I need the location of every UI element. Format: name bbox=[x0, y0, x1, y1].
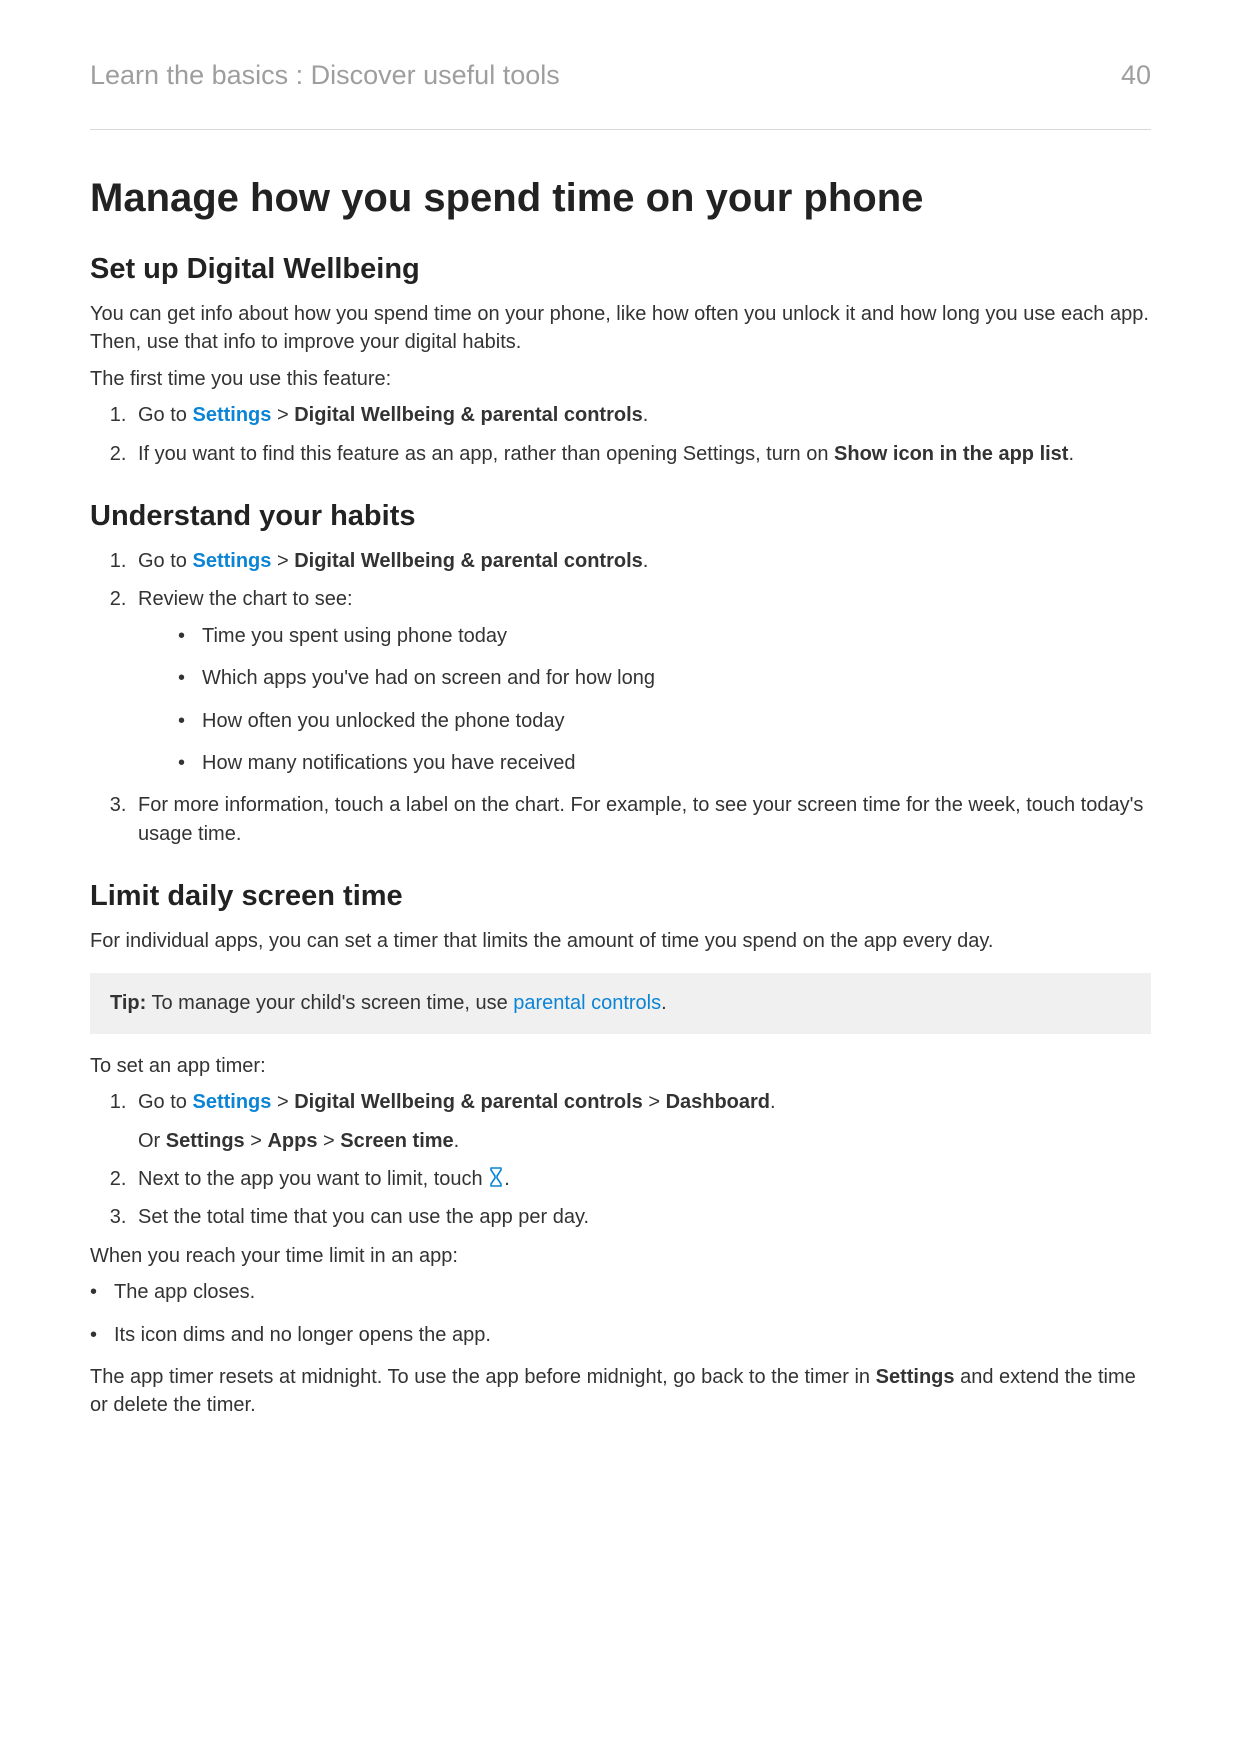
section3-para4: The app timer resets at midnight. To use… bbox=[90, 1363, 1151, 1420]
hourglass-icon bbox=[488, 1167, 504, 1187]
list-item: Set the total time that you can use the … bbox=[132, 1203, 1151, 1231]
section-heading-understand: Understand your habits bbox=[90, 500, 1151, 533]
text: Next to the app you want to limit, touch bbox=[138, 1168, 488, 1190]
option-name-bold: Show icon in the app list bbox=[834, 443, 1068, 465]
text: > bbox=[317, 1130, 340, 1152]
list-item: Go to Settings > Digital Wellbeing & par… bbox=[132, 1088, 1151, 1155]
list-item: Go to Settings > Digital Wellbeing & par… bbox=[132, 401, 1151, 429]
text: > bbox=[271, 550, 294, 572]
nav-path-bold: Digital Wellbeing & parental controls bbox=[294, 404, 643, 426]
page-number: 40 bbox=[1121, 60, 1151, 91]
settings-link[interactable]: Settings bbox=[192, 1091, 271, 1113]
page-header: Learn the basics : Discover useful tools… bbox=[90, 60, 1151, 130]
section3-para3: When you reach your time limit in an app… bbox=[90, 1242, 1151, 1270]
list-item: Next to the app you want to limit, touch… bbox=[132, 1165, 1151, 1193]
tip-label: Tip: bbox=[110, 992, 146, 1014]
nav-path-bold: Apps bbox=[267, 1130, 317, 1152]
text: . bbox=[1068, 443, 1074, 465]
section-heading-setup: Set up Digital Wellbeing bbox=[90, 253, 1151, 286]
text: > bbox=[643, 1091, 666, 1113]
text: Go to bbox=[138, 1091, 192, 1113]
text: Go to bbox=[138, 404, 192, 426]
breadcrumb: Learn the basics : Discover useful tools bbox=[90, 60, 560, 91]
text: > bbox=[271, 1091, 294, 1113]
section-heading-limit: Limit daily screen time bbox=[90, 880, 1151, 913]
text: Or bbox=[138, 1130, 166, 1152]
section3-para2: To set an app timer: bbox=[90, 1052, 1151, 1080]
text: To manage your child's screen time, use bbox=[146, 992, 513, 1014]
nav-path-bold: Settings bbox=[876, 1366, 955, 1388]
text: If you want to find this feature as an a… bbox=[138, 443, 834, 465]
list-item: Time you spent using phone today bbox=[178, 622, 1151, 650]
text: > bbox=[245, 1130, 268, 1152]
nav-path-bold: Digital Wellbeing & parental controls bbox=[294, 550, 643, 572]
settings-link[interactable]: Settings bbox=[192, 404, 271, 426]
list-item: Its icon dims and no longer opens the ap… bbox=[90, 1321, 1151, 1349]
text: Go to bbox=[138, 550, 192, 572]
list-item: Go to Settings > Digital Wellbeing & par… bbox=[132, 547, 1151, 575]
text: . bbox=[643, 550, 649, 572]
list-item: If you want to find this feature as an a… bbox=[132, 440, 1151, 468]
page-title: Manage how you spend time on your phone bbox=[90, 176, 1151, 221]
section3-para1: For individual apps, you can set a timer… bbox=[90, 927, 1151, 955]
list-item: For more information, touch a label on t… bbox=[132, 791, 1151, 848]
text: . bbox=[643, 404, 649, 426]
list-item: Which apps you've had on screen and for … bbox=[178, 664, 1151, 692]
nav-path-bold: Dashboard bbox=[666, 1091, 770, 1113]
section3-steps: Go to Settings > Digital Wellbeing & par… bbox=[90, 1088, 1151, 1232]
text: Review the chart to see: bbox=[138, 588, 353, 610]
section2-bullets: Time you spent using phone today Which a… bbox=[138, 622, 1151, 778]
list-item: The app closes. bbox=[90, 1278, 1151, 1306]
limit-bullets: The app closes. Its icon dims and no lon… bbox=[90, 1278, 1151, 1349]
nav-path-bold: Screen time bbox=[340, 1130, 453, 1152]
text: The app timer resets at midnight. To use… bbox=[90, 1366, 876, 1388]
text: . bbox=[504, 1168, 510, 1190]
nav-path-bold: Settings bbox=[166, 1130, 245, 1152]
list-item: How often you unlocked the phone today bbox=[178, 707, 1151, 735]
tip-callout: Tip: To manage your child's screen time,… bbox=[90, 973, 1151, 1033]
section1-steps: Go to Settings > Digital Wellbeing & par… bbox=[90, 401, 1151, 468]
settings-link[interactable]: Settings bbox=[192, 550, 271, 572]
section2-steps: Go to Settings > Digital Wellbeing & par… bbox=[90, 547, 1151, 848]
text: . bbox=[770, 1091, 776, 1113]
text: > bbox=[271, 404, 294, 426]
document-page: Learn the basics : Discover useful tools… bbox=[0, 0, 1241, 1754]
section1-para2: The first time you use this feature: bbox=[90, 365, 1151, 393]
list-item: How many notifications you have received bbox=[178, 749, 1151, 777]
list-item: Review the chart to see: Time you spent … bbox=[132, 585, 1151, 777]
text: . bbox=[454, 1130, 460, 1152]
section1-para1: You can get info about how you spend tim… bbox=[90, 300, 1151, 357]
parental-controls-link[interactable]: parental controls bbox=[513, 992, 661, 1014]
nav-path-bold: Digital Wellbeing & parental controls bbox=[294, 1091, 643, 1113]
text: . bbox=[661, 992, 667, 1014]
